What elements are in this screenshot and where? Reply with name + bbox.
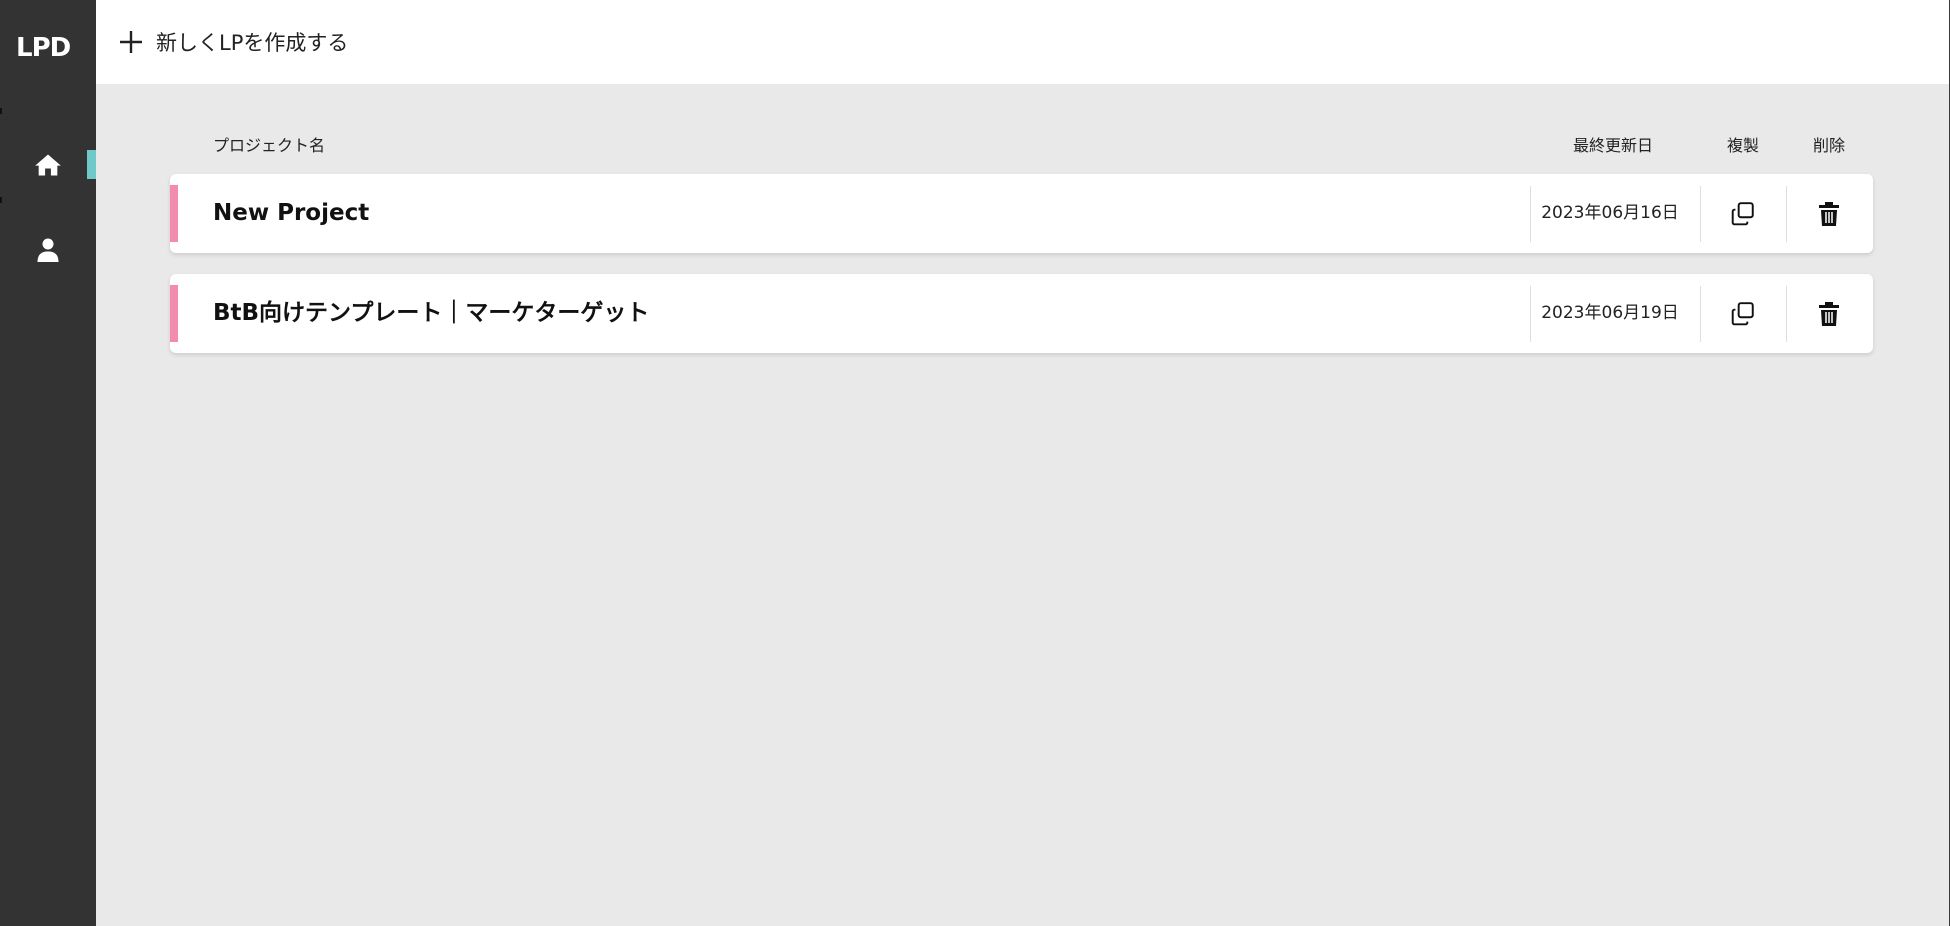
active-indicator	[87, 150, 96, 179]
create-lp-label: 新しくLPを作成する	[156, 31, 349, 55]
row-accent	[170, 185, 178, 242]
last-updated-date: 2023年06月19日	[1541, 303, 1679, 323]
copy-icon	[1731, 201, 1754, 225]
header-last-updated: 最終更新日	[1573, 136, 1654, 155]
user-icon	[37, 238, 59, 262]
trash-icon	[1819, 201, 1839, 226]
create-lp-button[interactable]: 新しくLPを作成する	[118, 22, 348, 62]
sidebar-item-home[interactable]	[0, 143, 96, 187]
header-copy: 複製	[1727, 136, 1760, 155]
table-row[interactable]: New Project 2023年06月16日	[170, 174, 1873, 253]
logo[interactable]: LPD	[16, 34, 76, 62]
copy-button[interactable]	[1701, 274, 1785, 353]
delete-button[interactable]	[1787, 174, 1871, 253]
edge-mark	[0, 108, 2, 114]
delete-button[interactable]	[1787, 274, 1871, 353]
table-row[interactable]: BtB向けテンプレート｜マーケターゲット 2023年06月19日	[170, 274, 1873, 353]
sidebar: LPD	[0, 0, 96, 926]
divider	[1530, 186, 1531, 242]
last-updated-date: 2023年06月16日	[1541, 203, 1679, 223]
header-delete: 削除	[1813, 136, 1846, 155]
table-header: プロジェクト名 最終更新日 複製 削除	[96, 84, 1949, 155]
divider	[1530, 286, 1531, 342]
project-name[interactable]: New Project	[213, 174, 369, 253]
header-project-name: プロジェクト名	[213, 136, 326, 155]
project-list: プロジェクト名 最終更新日 複製 削除 New Project 2023年06月…	[96, 84, 1949, 926]
top-bar	[96, 0, 1949, 84]
edge-mark	[0, 197, 2, 203]
plus-icon	[120, 31, 142, 53]
copy-button[interactable]	[1701, 174, 1785, 253]
project-name[interactable]: BtB向けテンプレート｜マーケターゲット	[213, 274, 649, 353]
sidebar-item-account[interactable]	[0, 228, 96, 272]
trash-icon	[1819, 301, 1839, 326]
row-accent	[170, 285, 178, 342]
copy-icon	[1731, 301, 1754, 325]
home-icon	[35, 154, 61, 176]
